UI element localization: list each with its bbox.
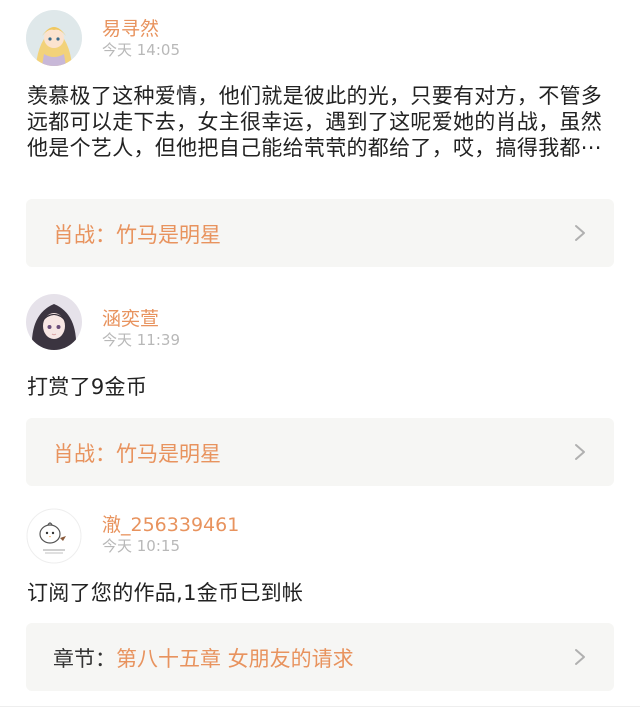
card-title: 竹马是明星	[116, 223, 221, 247]
chevron-right-icon	[575, 649, 585, 665]
user-avatar[interactable]	[26, 294, 82, 350]
card-title: 第八十五章 女朋友的请求	[116, 647, 354, 671]
card-title: 竹马是明星	[116, 442, 221, 466]
anime-girl-avatar-icon	[26, 294, 82, 350]
work-link-label: 肖战：竹马是明星	[53, 438, 221, 468]
card-prefix: 肖战：	[53, 223, 116, 247]
chapter-link-label: 章节：第八十五章 女朋友的请求	[53, 643, 354, 673]
user-avatar[interactable]	[26, 508, 82, 564]
work-link-card[interactable]: 肖战：竹马是明星	[26, 418, 614, 486]
chevron-right-icon	[575, 444, 585, 460]
anime-girl-avatar-icon	[26, 10, 82, 66]
comment-text: 羡慕极了这种爱情，他们就是彼此的光，只要有对方，不管多远都可以走下去，女主很幸运…	[27, 84, 603, 160]
timestamp: 今天 14:05	[102, 41, 180, 59]
user-avatar[interactable]	[26, 10, 82, 66]
notification-item: 澈_256339461 今天 10:15 订阅了您的作品,1金币已到帐 章节：第…	[0, 500, 640, 706]
chapter-link-card[interactable]: 章节：第八十五章 女朋友的请求	[26, 623, 614, 691]
username[interactable]: 澈_256339461	[102, 510, 239, 537]
chick-avatar-icon	[26, 508, 82, 564]
chevron-right-icon	[575, 225, 585, 241]
timestamp: 今天 11:39	[102, 331, 180, 349]
notification-item: 涵奕萱 今天 11:39 打赏了9金币 肖战：竹马是明星	[0, 280, 640, 500]
work-link-card[interactable]: 肖战：竹马是明星	[26, 199, 614, 267]
username[interactable]: 易寻然	[102, 14, 159, 41]
username[interactable]: 涵奕萱	[102, 304, 159, 331]
notification-item: 易寻然 今天 14:05 羡慕极了这种爱情，他们就是彼此的光，只要有对方，不管多…	[0, 0, 640, 280]
card-prefix: 肖战：	[53, 442, 116, 466]
notification-feed: 易寻然 今天 14:05 羡慕极了这种爱情，他们就是彼此的光，只要有对方，不管多…	[0, 0, 640, 714]
timestamp: 今天 10:15	[102, 537, 180, 555]
divider	[0, 706, 640, 707]
comment-text: 打赏了9金币	[27, 375, 148, 399]
card-prefix: 章节：	[53, 647, 116, 671]
comment-text: 订阅了您的作品,1金币已到帐	[27, 581, 304, 605]
work-link-label: 肖战：竹马是明星	[53, 219, 221, 249]
